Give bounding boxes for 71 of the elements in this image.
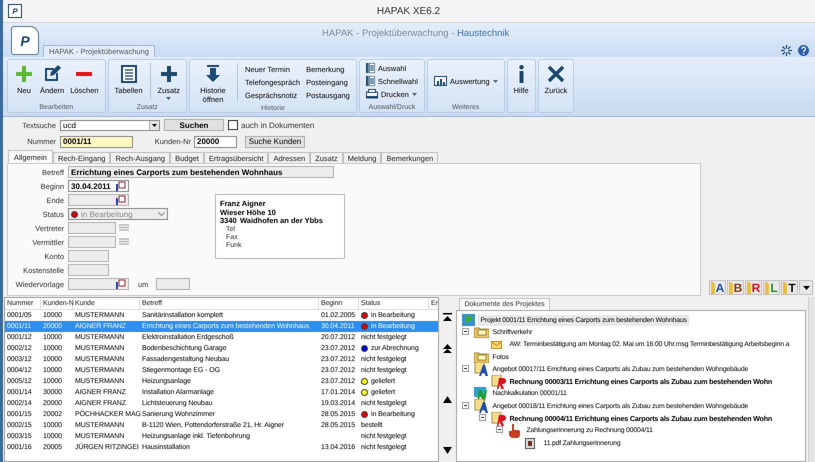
list-icon	[366, 76, 375, 86]
page-icon	[765, 282, 770, 294]
document-icon	[491, 412, 506, 426]
date-field[interactable]	[68, 194, 129, 206]
document-type-button[interactable]: L	[763, 280, 780, 295]
document-type-button[interactable]: B	[727, 280, 744, 295]
folder-icon	[474, 326, 490, 338]
edit-icon	[42, 64, 62, 84]
calendar-icon	[115, 181, 126, 191]
customer-number-field[interactable]: 20000	[194, 136, 237, 148]
chevron-icon	[158, 212, 165, 216]
ribbon-title: HAPAK - Projektüberwachung -	[322, 28, 456, 39]
subject-field[interactable]: Errichtung eines Carports zum bestehenden Wohnhaus	[68, 166, 334, 178]
calendar-icon	[115, 195, 126, 205]
app-icon: P	[8, 4, 22, 18]
printer-icon	[366, 89, 378, 99]
document-icon	[491, 374, 506, 389]
document-type-button[interactable]: A	[709, 280, 726, 295]
cost-center-field[interactable]	[68, 264, 109, 276]
document-type-button[interactable]: T	[781, 280, 798, 295]
account-field[interactable]	[68, 250, 109, 262]
dropdown-button[interactable]	[799, 280, 813, 295]
plus-icon	[14, 64, 34, 84]
collapse-toggle[interactable]	[479, 414, 486, 424]
down-arrow-button[interactable]	[441, 444, 454, 456]
agent-field[interactable]	[68, 222, 116, 234]
hand-icon	[508, 424, 520, 438]
help-icon[interactable]	[798, 45, 809, 56]
find-customer-button[interactable]: Suche Kunden	[245, 136, 305, 148]
document-icon	[474, 362, 490, 376]
settings-icon[interactable]	[781, 45, 792, 56]
page-icon	[728, 282, 733, 294]
search-field[interactable]: ucd	[60, 120, 160, 130]
number-field[interactable]: 0001/11	[60, 136, 133, 148]
date-field[interactable]	[68, 278, 129, 290]
page-icon	[783, 282, 788, 294]
date-field[interactable]: 30.04.2011	[68, 180, 129, 192]
checkbox-label: auch in Dokumenten	[241, 120, 314, 130]
collapse-toggle[interactable]	[496, 426, 504, 436]
app-logo: P	[11, 26, 39, 55]
chart-icon	[434, 76, 447, 86]
dropdown-icon	[149, 120, 159, 130]
search-button[interactable]: Suchen	[164, 119, 224, 131]
time-field[interactable]	[156, 278, 190, 290]
close-icon	[546, 64, 566, 84]
project-icon	[462, 314, 476, 326]
checkbox[interactable]	[228, 120, 238, 130]
document-type-button[interactable]: R	[745, 280, 762, 295]
page-icon	[746, 282, 751, 294]
document-icon	[474, 399, 490, 414]
list-icon	[366, 63, 375, 73]
collapse-toggle[interactable]	[462, 328, 470, 337]
window-title: HAPAK XE6.2	[376, 6, 442, 16]
file-icon	[525, 438, 536, 449]
envelope-icon	[491, 340, 502, 349]
ribbon-subtitle: Haustechnik	[457, 28, 510, 39]
caret-icon	[802, 286, 810, 290]
minus-icon	[76, 72, 92, 76]
scrollbar[interactable]	[808, 297, 815, 462]
page-up-button[interactable]	[441, 342, 454, 354]
document-icon	[474, 386, 490, 401]
broker-field[interactable]	[68, 236, 116, 248]
first-record-button[interactable]	[441, 311, 454, 323]
page-icon	[710, 282, 715, 294]
folder-icon	[474, 351, 490, 364]
collapse-toggle[interactable]	[462, 364, 470, 374]
plus-icon	[158, 64, 179, 84]
info-icon	[518, 65, 524, 83]
collapse-toggle[interactable]	[462, 402, 470, 411]
document-icon	[118, 64, 139, 84]
calendar-icon	[115, 279, 126, 289]
